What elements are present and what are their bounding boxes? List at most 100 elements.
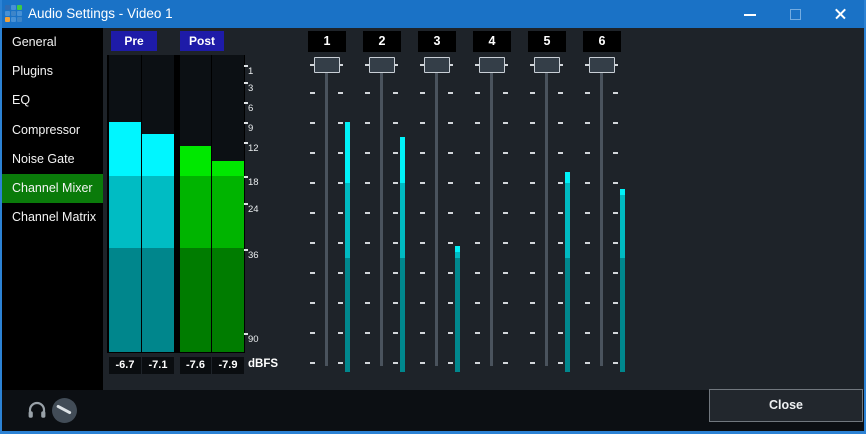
fader-handle[interactable] xyxy=(314,57,340,73)
tick-mark xyxy=(585,272,590,274)
tick-mark xyxy=(310,242,315,244)
fader-handle[interactable] xyxy=(534,57,560,73)
sidebar-item-noise-gate[interactable]: Noise Gate xyxy=(2,145,103,174)
db-scale-label: 6 xyxy=(244,102,268,114)
fader-track[interactable] xyxy=(600,65,603,366)
channel-strip-2: 2 xyxy=(355,0,409,390)
meter-readout: -6.7 xyxy=(109,357,141,374)
scale-tick-icon xyxy=(244,203,248,205)
post-meter-label: Post xyxy=(180,31,224,51)
tick-mark xyxy=(448,362,453,364)
tick-mark xyxy=(585,182,590,184)
pre-meter-label: Pre xyxy=(111,31,157,51)
tick-mark xyxy=(503,212,508,214)
footer-bar: Close xyxy=(2,390,864,431)
sidebar-item-compressor[interactable]: Compressor xyxy=(2,116,103,145)
meter-readout: -7.6 xyxy=(180,357,211,374)
tick-mark xyxy=(530,302,535,304)
maximize-icon xyxy=(790,9,801,20)
scale-tick-icon xyxy=(244,102,248,104)
channel-number-badge: 4 xyxy=(473,31,511,52)
scale-tick-icon xyxy=(244,82,248,84)
tick-mark xyxy=(558,92,563,94)
channel-strip-6: 6 xyxy=(575,0,629,390)
tick-mark xyxy=(585,242,590,244)
headphones-icon xyxy=(26,399,48,421)
tick-mark xyxy=(530,332,535,334)
tick-mark xyxy=(530,152,535,154)
tick-mark xyxy=(613,122,618,124)
tick-mark xyxy=(475,302,480,304)
tick-mark xyxy=(365,182,370,184)
channel-number-badge: 2 xyxy=(363,31,401,52)
sidebar-item-eq[interactable]: EQ xyxy=(2,86,103,115)
tick-mark xyxy=(393,242,398,244)
db-scale-label: 24 xyxy=(244,203,268,215)
tick-mark xyxy=(420,122,425,124)
tick-mark xyxy=(613,362,618,364)
tick-mark xyxy=(448,212,453,214)
title-bar[interactable]: Audio Settings - Video 1 xyxy=(0,0,866,28)
tick-mark xyxy=(585,362,590,364)
tick-mark xyxy=(365,302,370,304)
fader-track[interactable] xyxy=(325,65,328,366)
db-scale-label: 9 xyxy=(244,122,268,134)
meter-readout: -7.9 xyxy=(212,357,244,374)
knob-pointer-icon xyxy=(56,404,71,414)
fader-track[interactable] xyxy=(490,65,493,366)
sidebar-item-general[interactable]: General xyxy=(2,28,103,57)
tick-mark xyxy=(310,152,315,154)
channel-number-badge: 6 xyxy=(583,31,621,52)
tick-mark xyxy=(530,92,535,94)
tick-mark xyxy=(558,212,563,214)
tick-mark xyxy=(448,122,453,124)
fader-track[interactable] xyxy=(545,65,548,366)
tick-mark xyxy=(475,272,480,274)
fader-handle[interactable] xyxy=(589,57,615,73)
tick-mark xyxy=(475,212,480,214)
fader-track[interactable] xyxy=(380,65,383,366)
fader-handle[interactable] xyxy=(424,57,450,73)
tick-mark xyxy=(475,122,480,124)
tick-mark xyxy=(558,152,563,154)
sidebar-item-channel-matrix[interactable]: Channel Matrix xyxy=(2,203,103,232)
headphones-monitor-button[interactable] xyxy=(26,399,48,421)
tick-mark xyxy=(393,152,398,154)
tick-mark xyxy=(393,332,398,334)
tick-mark xyxy=(503,362,508,364)
tick-mark xyxy=(310,332,315,334)
tick-mark xyxy=(338,362,343,364)
tick-mark xyxy=(420,302,425,304)
tick-mark xyxy=(585,152,590,154)
tick-mark xyxy=(558,272,563,274)
monitor-volume-knob[interactable] xyxy=(52,398,77,423)
window-close-button[interactable] xyxy=(823,0,857,28)
tick-mark xyxy=(338,152,343,154)
close-button[interactable]: Close xyxy=(709,389,863,422)
tick-mark xyxy=(503,332,508,334)
tick-mark xyxy=(585,302,590,304)
tick-mark xyxy=(448,272,453,274)
sidebar-item-plugins[interactable]: Plugins xyxy=(2,57,103,86)
db-scale-label: 1 xyxy=(244,65,268,77)
channel-number-badge: 5 xyxy=(528,31,566,52)
fader-handle[interactable] xyxy=(479,57,505,73)
tick-mark xyxy=(338,92,343,94)
tick-mark xyxy=(448,332,453,334)
tick-mark xyxy=(365,332,370,334)
minimize-button[interactable] xyxy=(733,0,767,28)
scale-tick-icon xyxy=(244,122,248,124)
fader-handle[interactable] xyxy=(369,57,395,73)
pre-meter-column-2 xyxy=(142,55,174,352)
sidebar-item-channel-mixer[interactable]: Channel Mixer xyxy=(2,174,103,203)
tick-mark xyxy=(448,152,453,154)
tick-mark xyxy=(475,362,480,364)
tick-mark xyxy=(530,362,535,364)
tick-mark xyxy=(613,212,618,214)
db-scale-label: 90 xyxy=(244,333,268,345)
tick-mark xyxy=(585,212,590,214)
tick-mark xyxy=(503,122,508,124)
maximize-button[interactable] xyxy=(778,0,812,28)
scale-tick-icon xyxy=(244,65,248,67)
fader-track[interactable] xyxy=(435,65,438,366)
